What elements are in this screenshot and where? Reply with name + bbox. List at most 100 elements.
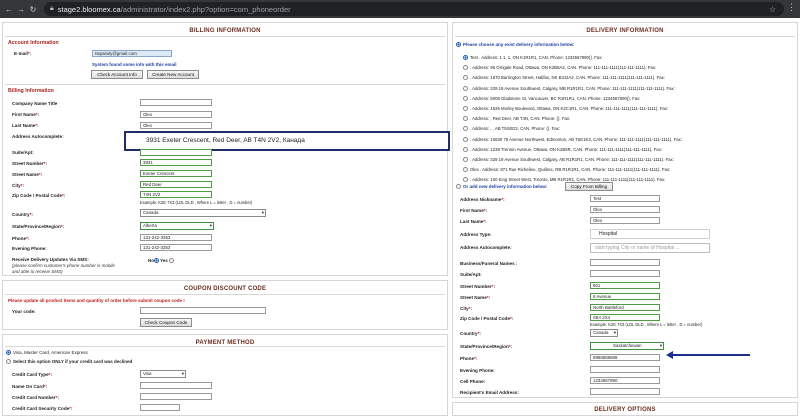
billing-first-name-label: First Name*: xyxy=(12,112,40,117)
existing-address-item[interactable]: Olex . Address: 871 Rue Richelieu, Québe… xyxy=(463,167,790,173)
delivery-recipient-email-label: Recipient's Email Address: xyxy=(460,390,519,395)
delivery-last-name-field[interactable]: Olex xyxy=(590,217,660,224)
billing-address-autocomplete-value: 3931 Exeter Crescent, Red Deer, AB T4N 2… xyxy=(146,137,305,144)
coupon-code-field[interactable] xyxy=(140,307,266,314)
existing-address-item[interactable]: . Address: , , AB T5S0G3, CAN. Phone: ()… xyxy=(463,126,790,132)
email-field[interactable]: tstpaituly@gmail.com xyxy=(92,50,172,57)
billing-country-label: Country*: xyxy=(12,212,33,217)
chevron-down-icon: ▾ xyxy=(659,343,662,348)
billing-evening-phone-field[interactable]: 131-242-3353 xyxy=(140,244,212,251)
existing-address-item[interactable]: . Address: 1238 Trenton Avenue, Ottawa, … xyxy=(463,146,790,152)
delivery-street-name-field[interactable]: 8 Avenue xyxy=(590,293,660,300)
billing-state-select[interactable]: Alberta ▾ xyxy=(140,222,214,230)
existing-address-radio[interactable] xyxy=(463,85,468,91)
existing-address-item[interactable]: . Address: , Red Deer, AB T4N, CAN. Phon… xyxy=(463,116,790,122)
billing-street-name-field[interactable]: Exeter Crescent xyxy=(140,170,212,177)
security-code-field[interactable] xyxy=(140,404,180,411)
delivery-address-type-label: Address Type: xyxy=(460,232,492,237)
existing-address-item[interactable]: . Address: 329 19 Avenue Southwest, Calg… xyxy=(463,85,790,91)
payment-option-card[interactable]: Visa, Master Card, American Express xyxy=(13,350,88,355)
menu-icon[interactable]: ⋮ xyxy=(787,2,796,13)
existing-address-item[interactable]: . Address: 10830 75 Avenue Northwest, Ed… xyxy=(463,136,790,142)
delivery-first-name-field[interactable]: Olex xyxy=(590,206,660,213)
check-account-button[interactable]: Check Account Info xyxy=(91,70,143,79)
delivery-suite-field[interactable] xyxy=(590,270,660,277)
add-new-label[interactable]: Or add new delivery information below: xyxy=(463,184,547,189)
existing-address-item[interactable]: . Address: 1526 Morley Boulevard, Ottawa… xyxy=(463,106,790,111)
existing-address-text: . Address: , , AB T5S0G3, CAN. Phone: ()… xyxy=(470,126,560,132)
existing-address-radio[interactable] xyxy=(463,55,468,60)
delivery-address-type-select[interactable]: Hospital xyxy=(590,229,710,239)
billing-street-number-label: Street Number*: xyxy=(12,161,47,166)
url-host: stage2.bloomex.ca xyxy=(57,4,121,14)
existing-address-item[interactable]: . Address: 1670 Barrington Street, Halif… xyxy=(463,75,790,81)
card-type-select[interactable]: Visa ▾ xyxy=(140,370,186,378)
delivery-state-select[interactable]: Saskatchewan ▾ xyxy=(590,342,664,350)
delivery-address-autocomplete-field[interactable]: start typing City or name of Hospital ..… xyxy=(590,243,710,253)
address-bar[interactable]: 🔒︎ stage2.bloomex.ca /administrator/inde… xyxy=(44,2,784,16)
existing-address-text: . Address: 1526 Morley Boulevard, Ottawa… xyxy=(470,106,669,111)
copy-from-billing-button[interactable]: Copy From Billing xyxy=(565,182,613,191)
system-found-message: System found some info with this email xyxy=(92,62,177,67)
sms-no-radio[interactable] xyxy=(154,258,159,263)
delivery-zip-example: Example: K2E 7X3 (LDL DLD , Where L = le… xyxy=(590,322,703,327)
billing-address-autocomplete-field[interactable]: 3931 Exeter Crescent, Red Deer, AB T4N 2… xyxy=(124,131,450,151)
existing-address-text: . Address: 96 Orrigale Road, Ottawa, ON … xyxy=(470,65,657,71)
existing-address-radio[interactable] xyxy=(463,95,468,101)
billing-city-field[interactable]: Red Deer xyxy=(140,181,212,188)
check-coupon-button[interactable]: Check Coupon Code xyxy=(140,318,192,327)
choose-existing-radio[interactable] xyxy=(456,42,461,47)
billing-suite-field[interactable] xyxy=(140,149,212,156)
payment-card-radio[interactable] xyxy=(6,350,11,355)
billing-street-name-label: Street Name*: xyxy=(12,172,43,177)
billing-street-number-field[interactable]: 3931 xyxy=(140,159,212,166)
sms-note-line-1: (please confirm customer's phone number … xyxy=(12,263,115,268)
name-on-card-field[interactable] xyxy=(140,382,212,389)
choose-existing-label[interactable]: Please choose any exist delivery informa… xyxy=(463,42,575,47)
existing-address-item[interactable]: . Address: 5008 Gladstone St, Vancouver,… xyxy=(463,95,790,101)
billing-phone-field[interactable]: 131-242-3353 xyxy=(140,234,212,241)
add-new-radio[interactable] xyxy=(456,184,461,189)
billing-state-label: State/Province/Region*: xyxy=(12,224,65,229)
company-field[interactable] xyxy=(140,99,212,106)
existing-address-text: . Address: 1670 Barrington Street, Halif… xyxy=(470,75,665,81)
existing-address-item[interactable]: . Address: 100 King Street West, Toronto… xyxy=(463,177,790,183)
bookmark-star-icon[interactable]: ☆ xyxy=(769,5,776,14)
payment-declined-radio[interactable] xyxy=(6,359,11,364)
delivery-business-field[interactable] xyxy=(590,259,660,266)
existing-address-radio[interactable] xyxy=(463,136,468,142)
reload-icon[interactable]: ↻ xyxy=(27,5,39,14)
billing-phone-label: Phone*: xyxy=(12,236,30,241)
forward-arrow-icon[interactable]: → xyxy=(15,5,27,14)
existing-address-item[interactable]: Test . Address: 1 1, 1, ON K1R1R1, CAN. … xyxy=(463,55,790,60)
delivery-country-select[interactable]: Canada ▾ xyxy=(590,329,618,337)
billing-last-name-field[interactable]: Olex xyxy=(140,122,212,129)
company-label: Company Name Title xyxy=(12,101,58,106)
billing-first-name-field[interactable]: Olex xyxy=(140,111,212,118)
payment-option-declined[interactable]: Select this option ONLY if your credit c… xyxy=(13,359,132,364)
sms-yes-radio[interactable] xyxy=(169,258,174,263)
delivery-cell-phone-field[interactable]: 1234567890 xyxy=(590,377,660,384)
delivery-nickname-field[interactable]: Test xyxy=(590,195,660,202)
delivery-nickname-label: Address Nickname*: xyxy=(460,197,505,202)
delivery-suite-label: Suite/Apt: xyxy=(460,272,482,277)
delivery-city-field[interactable]: North Battleford xyxy=(590,304,660,311)
existing-address-radio[interactable] xyxy=(463,106,468,111)
delivery-street-number-field[interactable]: 801 xyxy=(590,282,660,289)
billing-country-select[interactable]: Canada ▾ xyxy=(140,209,266,217)
card-number-field[interactable] xyxy=(140,393,212,400)
create-account-button[interactable]: Create New Account xyxy=(147,70,199,79)
back-arrow-icon[interactable]: ← xyxy=(3,5,15,14)
delivery-options-panel: DELIVERY OPTIONS xyxy=(452,402,798,416)
existing-address-radio[interactable] xyxy=(463,157,468,162)
delivery-zip-field[interactable]: S9A 2X4 xyxy=(590,314,660,321)
billing-suite-label: Suite/Apt: xyxy=(12,150,34,155)
delivery-recipient-email-field[interactable] xyxy=(590,388,660,395)
existing-address-item[interactable]: . Address: 329 19 Avenue Southwest, Calg… xyxy=(463,157,790,162)
delivery-phone-field[interactable]: 8888888888 xyxy=(590,354,660,361)
existing-address-item[interactable]: . Address: 96 Orrigale Road, Ottawa, ON … xyxy=(463,65,790,71)
billing-zip-field[interactable]: T4N 2V2 xyxy=(140,191,212,198)
existing-address-radio[interactable] xyxy=(463,146,468,152)
sms-yes-option[interactable]: Yes xyxy=(160,258,168,263)
delivery-evening-phone-field[interactable] xyxy=(590,366,660,373)
